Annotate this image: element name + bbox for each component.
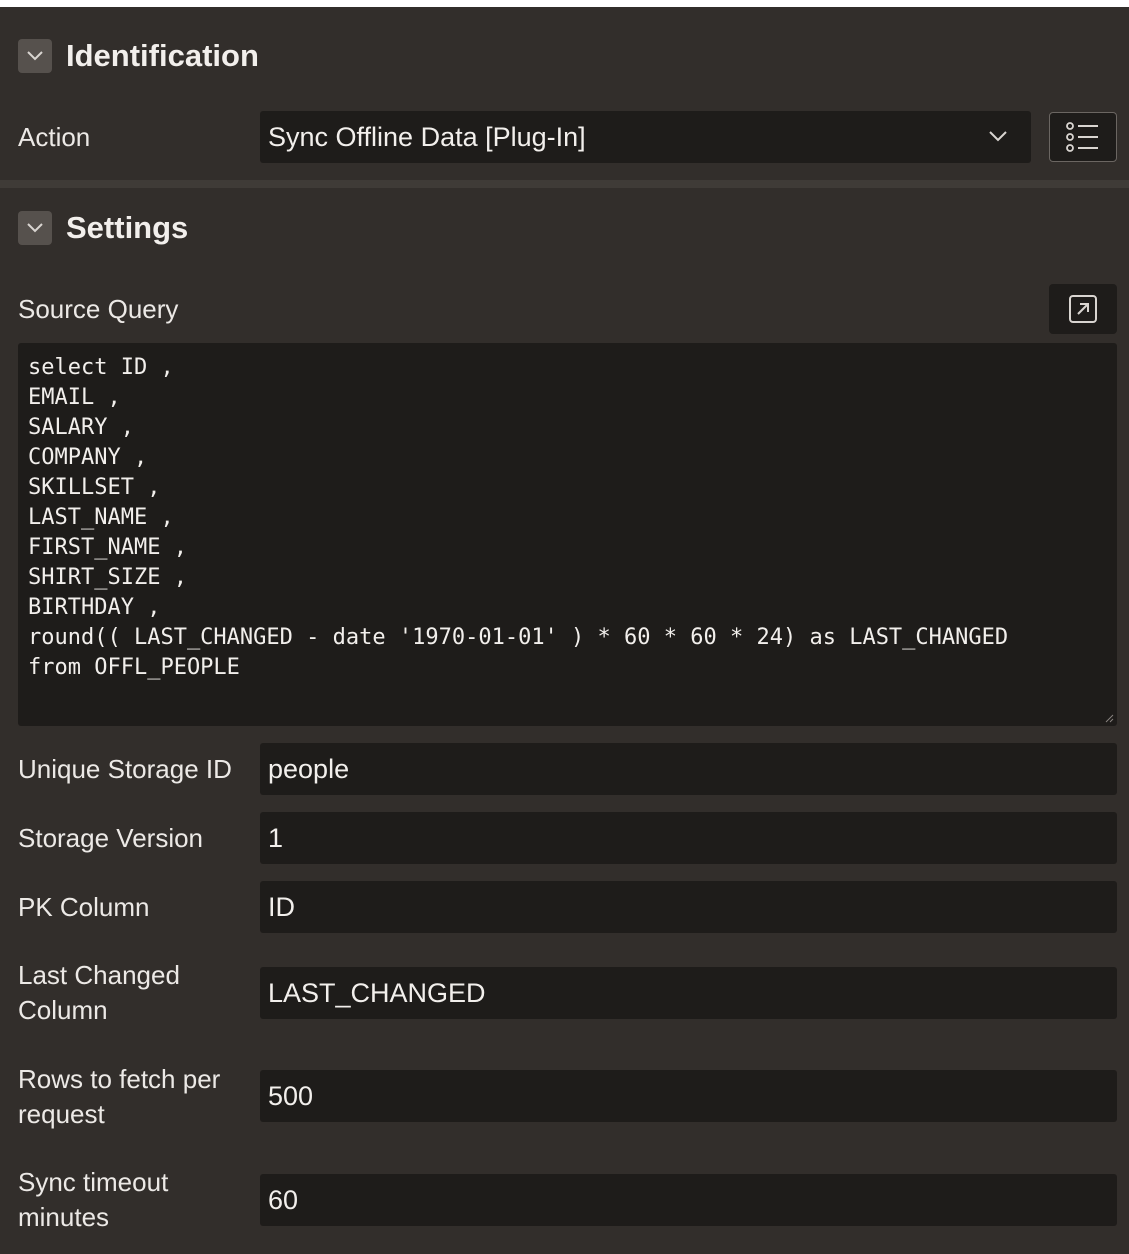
source-query-label: Source Query xyxy=(18,294,179,324)
storage-version-label: Storage Version xyxy=(18,823,204,853)
code-line: SALARY , xyxy=(28,415,134,440)
expand-icon xyxy=(1069,295,1097,323)
code-line: COMPANY , xyxy=(28,445,148,470)
action-select-value: Sync Offline Data [Plug-In] xyxy=(268,121,586,152)
chevron-down-icon xyxy=(27,51,43,61)
storage-version-field[interactable]: 1 xyxy=(260,812,1117,864)
chevron-down-icon xyxy=(989,131,1007,142)
rows-to-fetch-field[interactable]: 500 xyxy=(260,1070,1117,1122)
chevron-down-icon xyxy=(27,223,43,233)
collapse-settings-button[interactable] xyxy=(18,211,52,245)
identification-title: Identification xyxy=(66,38,259,73)
code-line: round(( LAST_CHANGED - date '1970-01-01'… xyxy=(28,625,1009,650)
unique-storage-id-label: Unique Storage ID xyxy=(18,754,232,784)
code-line: SHIRT_SIZE , xyxy=(28,565,187,590)
last-changed-column-label: Last Changed Column xyxy=(18,960,180,1025)
pk-column-label: PK Column xyxy=(18,892,150,922)
sync-timeout-label: Sync timeout minutes xyxy=(18,1167,169,1232)
code-line: select ID , xyxy=(28,355,174,380)
resize-handle-icon[interactable] xyxy=(1104,713,1114,723)
settings-header[interactable]: Settings xyxy=(0,188,1129,268)
code-line: LAST_NAME , xyxy=(28,505,174,530)
code-line: EMAIL , xyxy=(28,385,121,410)
section-divider xyxy=(0,180,1129,188)
list-values-button[interactable] xyxy=(1049,112,1117,162)
top-edge xyxy=(0,0,1129,7)
settings-title: Settings xyxy=(66,210,189,245)
sync-timeout-field[interactable]: 60 xyxy=(260,1174,1117,1226)
identification-header[interactable]: Identification xyxy=(0,16,1129,96)
code-line: BIRTHDAY , xyxy=(28,595,161,620)
pk-column-field[interactable]: ID xyxy=(260,881,1117,933)
source-query-editor[interactable]: select ID , EMAIL , SALARY , COMPANY , S… xyxy=(18,343,1117,726)
code-line: from OFFL_PEOPLE xyxy=(28,655,240,680)
last-changed-column-field[interactable]: LAST_CHANGED xyxy=(260,967,1117,1019)
list-icon xyxy=(1066,122,1098,152)
action-label: Action xyxy=(18,122,91,152)
action-select[interactable]: Sync Offline Data [Plug-In] xyxy=(260,111,1031,163)
code-line: FIRST_NAME , xyxy=(28,535,187,560)
code-line: SKILLSET , xyxy=(28,475,161,500)
collapse-identification-button[interactable] xyxy=(18,39,52,73)
expand-editor-button[interactable] xyxy=(1049,284,1117,334)
rows-to-fetch-label: Rows to fetch per request xyxy=(18,1064,221,1129)
unique-storage-id-field[interactable]: people xyxy=(260,743,1117,795)
